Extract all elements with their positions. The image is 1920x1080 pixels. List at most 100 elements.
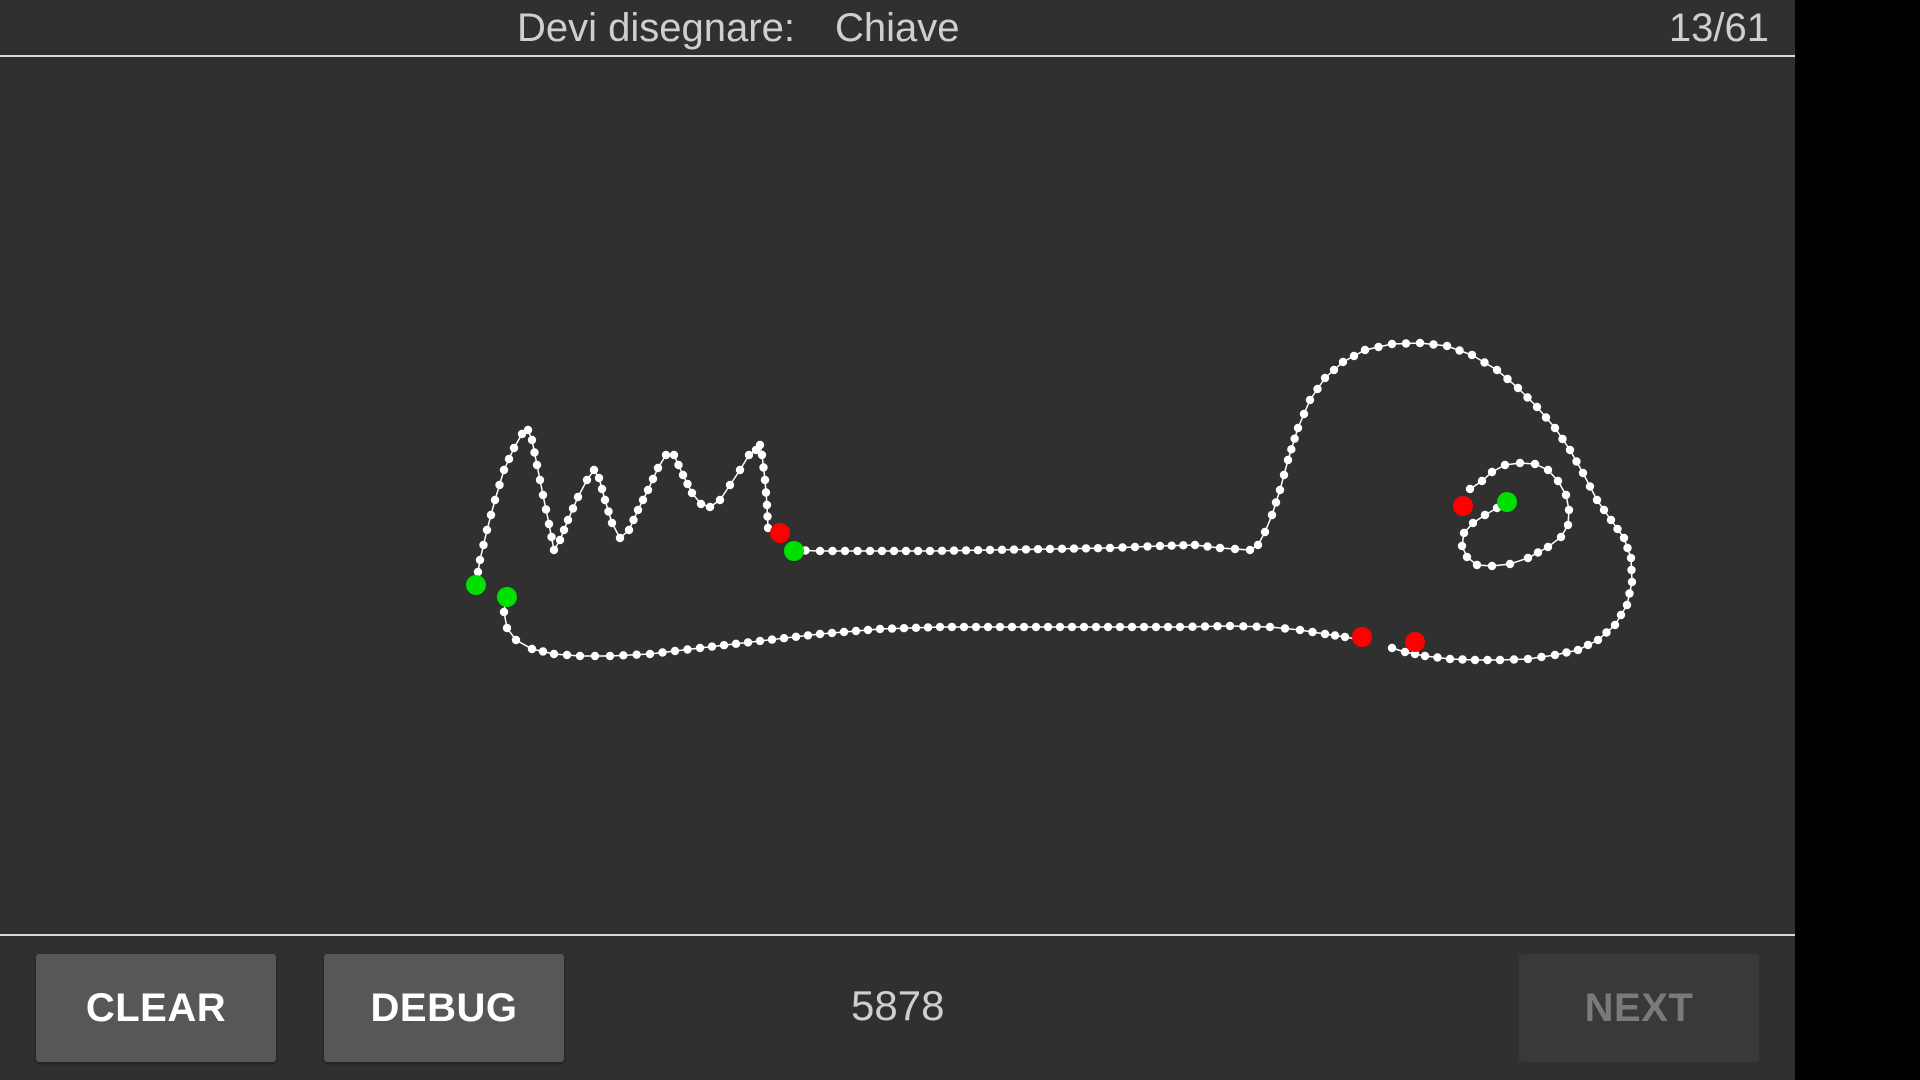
stroke-point xyxy=(1550,650,1560,660)
stroke-point xyxy=(779,634,789,643)
stroke-point xyxy=(1622,600,1632,610)
stroke-point xyxy=(607,518,617,528)
stroke-point xyxy=(889,546,899,556)
stroke-point xyxy=(935,622,945,632)
stroke-point xyxy=(1033,545,1043,554)
stroke-point xyxy=(1213,622,1222,631)
stroke-point xyxy=(1457,541,1467,551)
stroke-point xyxy=(1420,651,1430,661)
stroke-point xyxy=(1627,577,1637,587)
stroke-point xyxy=(1287,445,1296,454)
stroke-point xyxy=(901,546,911,556)
stroke-point xyxy=(1606,515,1616,525)
stroke-point xyxy=(959,622,969,632)
stroke-point xyxy=(1305,395,1315,405)
stroke-point xyxy=(725,480,735,490)
clear-button[interactable]: CLEAR xyxy=(36,954,276,1062)
header-bar: Devi disegnare: Chiave 13/61 xyxy=(0,0,1795,57)
stroke-point xyxy=(1500,460,1510,470)
stroke-point xyxy=(1252,622,1261,631)
stroke-point xyxy=(937,546,947,555)
stroke-point xyxy=(1103,622,1113,632)
stroke-point xyxy=(1563,520,1573,530)
stroke-point xyxy=(1593,635,1603,645)
stroke-point xyxy=(1442,341,1452,351)
stroke-point xyxy=(590,651,600,661)
stroke-point xyxy=(538,647,548,656)
stroke-point xyxy=(632,650,641,659)
next-button[interactable]: NEXT xyxy=(1519,954,1759,1062)
stroke-point xyxy=(661,450,671,460)
stroke-point xyxy=(1578,468,1588,478)
stroke-point xyxy=(1532,402,1542,412)
stroke-point xyxy=(1349,351,1359,361)
stroke-point xyxy=(755,636,765,646)
stroke-point xyxy=(527,435,537,445)
stroke-point xyxy=(589,465,599,475)
stroke-point xyxy=(1553,476,1563,486)
stroke-point xyxy=(1562,648,1571,657)
stroke-point xyxy=(1338,357,1348,367)
stroke-point xyxy=(1031,622,1041,632)
stroke-point xyxy=(532,460,542,470)
debug-button[interactable]: DEBUG xyxy=(324,954,564,1062)
stroke-point xyxy=(669,450,679,460)
stroke-point xyxy=(645,649,655,659)
stroke-point xyxy=(643,485,653,495)
stroke-point xyxy=(791,632,801,641)
stroke-point xyxy=(1523,654,1533,664)
stroke-point xyxy=(1602,628,1611,637)
stroke-start-marker xyxy=(497,587,517,607)
stroke-point xyxy=(535,475,545,485)
stroke-point xyxy=(1043,622,1053,632)
stroke-point xyxy=(678,470,688,480)
stroke-point xyxy=(475,555,485,565)
stroke-point xyxy=(1230,544,1240,554)
stroke-point xyxy=(1626,553,1636,563)
stroke-point xyxy=(719,641,729,650)
stroke-point xyxy=(1556,532,1566,542)
stroke-point xyxy=(1265,622,1275,632)
stroke-point xyxy=(594,473,604,483)
stroke-point xyxy=(1069,544,1079,553)
stroke-point xyxy=(1558,434,1567,444)
stroke-point xyxy=(1360,345,1370,355)
stroke-point xyxy=(1468,518,1478,528)
stroke-point xyxy=(1155,541,1165,551)
stroke-point xyxy=(604,507,613,516)
stroke-point xyxy=(887,624,897,633)
stroke-point xyxy=(555,535,565,545)
stroke-point xyxy=(705,502,715,512)
stroke-point xyxy=(877,546,887,556)
stroke-point xyxy=(1105,543,1115,553)
stroke-point xyxy=(541,505,551,514)
stroke-point xyxy=(1151,622,1161,632)
side-strip xyxy=(1795,0,1920,1080)
stroke-point xyxy=(1495,655,1505,665)
stroke-point xyxy=(1374,342,1383,352)
stroke-point xyxy=(1583,640,1593,650)
score-value: 5878 xyxy=(851,982,945,1029)
stroke-point xyxy=(1118,543,1127,552)
stroke-point xyxy=(573,492,583,502)
stroke-point xyxy=(683,645,692,654)
stroke-point xyxy=(1610,620,1620,630)
stroke-point xyxy=(759,463,768,472)
stroke-point xyxy=(731,639,741,648)
stroke-point xyxy=(715,495,725,505)
stroke-point xyxy=(624,525,634,535)
stroke-point xyxy=(1387,339,1397,349)
stroke-point xyxy=(1445,654,1455,664)
footer-divider xyxy=(0,934,1795,936)
stroke-point xyxy=(1179,541,1188,550)
stroke-point xyxy=(1627,565,1636,575)
stroke-point xyxy=(638,495,648,505)
stroke-point xyxy=(1225,621,1235,631)
stroke-point xyxy=(815,629,825,639)
drawing-canvas[interactable] xyxy=(0,57,1795,935)
stroke-point xyxy=(538,490,548,500)
stroke-point xyxy=(479,540,488,550)
stroke-point xyxy=(1320,373,1330,383)
stroke-point xyxy=(767,635,777,644)
stroke-point xyxy=(1472,560,1482,570)
